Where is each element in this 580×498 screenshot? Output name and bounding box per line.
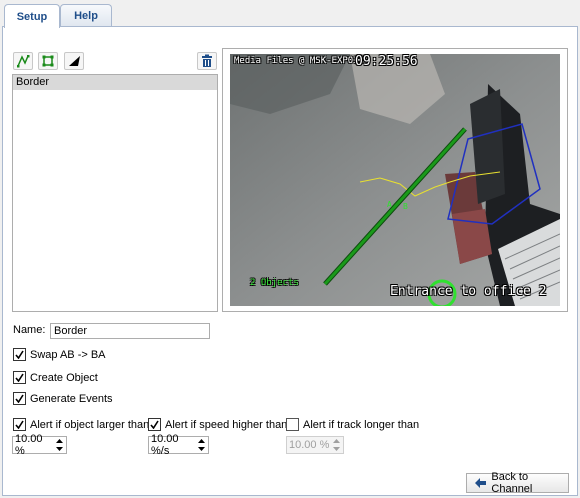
- camera-scene: [230, 54, 560, 306]
- alert-speed-stepper[interactable]: 10.00 %/s: [148, 433, 209, 457]
- arrow-up-icon[interactable]: [332, 438, 341, 444]
- object-counter: 2 Objects: [250, 278, 299, 288]
- check-icon: [15, 420, 24, 429]
- camera-title: Media Files @ MSK-EXP016: [234, 56, 365, 66]
- back-to-channel-button[interactable]: Back to Channel: [466, 471, 569, 495]
- arrow-up-icon[interactable]: [197, 438, 206, 444]
- arrow-down-icon[interactable]: [55, 446, 64, 452]
- direction-icon: [69, 56, 80, 66]
- alert-track-checkbox[interactable]: [286, 418, 299, 431]
- check-icon: [15, 350, 24, 359]
- tab-strip: Setup Help: [0, 0, 580, 28]
- check-icon: [150, 420, 159, 429]
- swap-label: Swap AB -> BA: [30, 348, 106, 361]
- arrow-down-icon[interactable]: [332, 446, 341, 452]
- swap-checkbox-row[interactable]: Swap AB -> BA: [13, 348, 106, 361]
- stepper-arrows[interactable]: [197, 437, 208, 453]
- camera-location: Entrance to office 2: [390, 284, 547, 299]
- arrow-left-icon: [475, 478, 487, 488]
- name-label: Name:: [13, 324, 46, 336]
- alert-track-value: 10.00 %: [289, 439, 330, 451]
- alert-size-stepper[interactable]: 10.00 %: [12, 433, 67, 457]
- polyline-icon: [17, 55, 30, 68]
- create-object-checkbox[interactable]: [13, 371, 26, 384]
- direction-tool-button[interactable]: [64, 52, 84, 70]
- alert-size-label: Alert if object larger than: [30, 418, 150, 431]
- swap-checkbox[interactable]: [13, 348, 26, 361]
- tab-setup[interactable]: Setup: [4, 4, 60, 28]
- list-item[interactable]: Border: [13, 75, 217, 90]
- alert-speed-value: 10.00 %/s: [151, 433, 179, 457]
- polyline-tool-button[interactable]: [13, 52, 33, 70]
- alert-speed-checkbox[interactable]: [148, 418, 161, 431]
- check-icon: [15, 373, 24, 382]
- generate-events-label: Generate Events: [30, 392, 113, 405]
- name-field[interactable]: [50, 323, 210, 339]
- generate-events-checkbox[interactable]: [13, 392, 26, 405]
- check-icon: [15, 394, 24, 403]
- generate-events-checkbox-row[interactable]: Generate Events: [13, 392, 113, 405]
- video-preview-frame: Media Files @ MSK-EXP016 09:25:56 2 Obje…: [222, 48, 568, 312]
- rectangle-icon: [42, 55, 54, 67]
- line-side-b: B: [403, 202, 408, 211]
- alert-track-stepper[interactable]: 10.00 %: [286, 436, 344, 454]
- alert-size-value: 10.00 %: [15, 433, 43, 457]
- arrow-down-icon[interactable]: [197, 446, 206, 452]
- alert-size-checkbox[interactable]: [13, 418, 26, 431]
- camera-time: 09:25:56: [355, 54, 418, 69]
- tab-help-label: Help: [74, 10, 98, 22]
- delete-icon: [202, 54, 212, 67]
- create-object-checkbox-row[interactable]: Create Object: [13, 371, 98, 384]
- alert-size-checkbox-row[interactable]: Alert if object larger than: [13, 418, 149, 431]
- tab-help[interactable]: Help: [60, 4, 112, 27]
- arrow-up-icon[interactable]: [55, 438, 64, 444]
- zone-list[interactable]: Border: [12, 74, 218, 312]
- delete-zone-button[interactable]: [197, 52, 217, 70]
- camera-view[interactable]: Media Files @ MSK-EXP016 09:25:56 2 Obje…: [230, 54, 560, 306]
- rectangle-tool-button[interactable]: [38, 52, 58, 70]
- alert-track-label: Alert if track longer than: [303, 418, 420, 431]
- line-side-a: A: [387, 200, 392, 209]
- alert-speed-label: Alert if speed higher than: [165, 418, 288, 431]
- stepper-arrows[interactable]: [332, 437, 343, 453]
- create-object-label: Create Object: [30, 371, 98, 384]
- tab-setup-label: Setup: [16, 10, 48, 23]
- alert-track-checkbox-row[interactable]: Alert if track longer than: [286, 418, 419, 431]
- alert-speed-checkbox-row[interactable]: Alert if speed higher than: [148, 418, 287, 431]
- back-to-channel-label: Back to Channel: [491, 471, 533, 495]
- stepper-arrows[interactable]: [55, 437, 66, 453]
